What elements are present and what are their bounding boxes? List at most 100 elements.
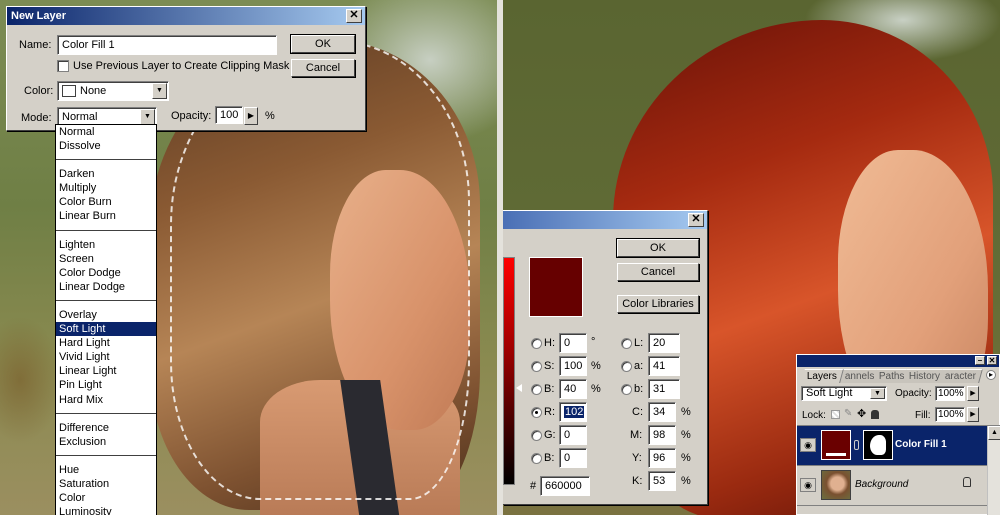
a-channel-input[interactable]: 41 [648,356,680,376]
panel-tabs: Layers annels Paths History aracter ▸ [797,367,999,383]
minimize-icon[interactable]: – [975,356,985,365]
blue-input[interactable]: 0 [559,448,587,468]
close-icon[interactable]: ✕ [688,213,704,227]
mode-option-luminosity[interactable]: Luminosity [56,505,156,515]
mode-option-darken[interactable]: Darken [56,167,156,181]
mode-option-dissolve[interactable]: Dissolve [56,139,156,153]
opacity-slider-arrow-icon[interactable]: ▶ [244,107,258,125]
fill-thumbnail [821,430,851,460]
saturation-input[interactable]: 100 [559,356,587,376]
layers-panel-titlebar[interactable]: – ✕ [797,355,999,367]
chevron-down-icon[interactable]: ▼ [152,83,167,99]
brightness-input[interactable]: 40 [559,379,587,399]
lock-all-icon[interactable] [871,410,879,419]
opacity-arrow-icon[interactable]: ▶ [967,386,979,401]
cancel-button[interactable]: Cancel [617,263,699,281]
yellow-unit: % [681,452,691,464]
mode-option-multiply[interactable]: Multiply [56,181,156,195]
b-channel-input[interactable]: 31 [648,379,680,399]
hue-input[interactable]: 0 [559,333,587,353]
layer-row-background[interactable]: ◉ Background [797,466,987,506]
mode-option-linear-burn[interactable]: Linear Burn [56,209,156,223]
mode-option-vivid-light[interactable]: Vivid Light [56,350,156,364]
mode-option-exclusion[interactable]: Exclusion [56,435,156,449]
mode-option-hard-light[interactable]: Hard Light [56,336,156,350]
close-icon[interactable]: ✕ [987,356,997,365]
layer-opacity-label: Opacity: [895,388,932,399]
magenta-input[interactable]: 98 [648,425,676,445]
opacity-value: 100 [220,109,239,121]
name-input[interactable]: Color Fill 1 [57,35,277,55]
blue-label: B: [544,452,555,464]
clipping-mask-label: Use Previous Layer to Create Clipping Ma… [73,60,290,72]
mode-option-color[interactable]: Color [56,491,156,505]
green-radio[interactable] [531,430,542,441]
fill-arrow-icon[interactable]: ▶ [967,407,979,422]
chevron-down-icon[interactable]: ▼ [140,109,155,125]
visibility-eye-icon[interactable]: ◉ [800,438,816,452]
color-value: None [80,85,107,97]
lock-image-icon[interactable]: ✎ [844,408,852,419]
color-picker-titlebar[interactable]: ✕ [503,211,707,229]
close-icon[interactable]: ✕ [346,9,362,23]
mode-option-hue[interactable]: Hue [56,463,156,477]
link-icon[interactable] [854,440,859,450]
slider-handle-icon[interactable] [516,384,522,392]
fill-input[interactable]: 100% [935,407,965,422]
hex-input[interactable]: 660000 [540,476,590,496]
lock-transparency-icon[interactable] [831,410,840,419]
scroll-up-icon[interactable]: ▲ [988,426,1000,440]
yellow-input[interactable]: 96 [648,448,676,468]
b-channel-radio[interactable] [621,384,632,395]
blue-radio[interactable] [531,453,542,464]
blend-mode-select[interactable]: Soft Light ▼ [801,386,887,401]
mode-option-normal[interactable]: Normal [56,125,156,139]
chevron-down-icon[interactable]: ▼ [870,388,885,399]
mode-option-color-burn[interactable]: Color Burn [56,195,156,209]
mode-option-linear-light[interactable]: Linear Light [56,364,156,378]
mode-option-hard-mix[interactable]: Hard Mix [56,393,156,407]
layer-opacity-input[interactable]: 100% [935,386,965,401]
mode-option-linear-dodge[interactable]: Linear Dodge [56,280,156,294]
dialog-titlebar[interactable]: New Layer ✕ [7,7,365,25]
hue-radio[interactable] [531,338,542,349]
cancel-button[interactable]: Cancel [291,59,355,77]
green-input[interactable]: 0 [559,425,587,445]
panel-menu-icon[interactable]: ▸ [986,370,996,380]
lightness-radio[interactable] [621,338,632,349]
mode-option-saturation[interactable]: Saturation [56,477,156,491]
color-libraries-button[interactable]: Color Libraries [617,295,699,313]
ok-button[interactable]: OK [616,238,700,258]
color-slider[interactable] [503,257,515,485]
tab-layers[interactable]: Layers [801,369,844,383]
cyan-unit: % [681,406,691,418]
color-select[interactable]: None ▼ [57,81,169,101]
mode-option-soft-light[interactable]: Soft Light [56,322,156,337]
lightness-input[interactable]: 20 [648,333,680,353]
mode-option-difference[interactable]: Difference [56,421,156,435]
visibility-eye-icon[interactable]: ◉ [800,478,816,492]
mode-option-lighten[interactable]: Lighten [56,238,156,252]
mode-option-pin-light[interactable]: Pin Light [56,378,156,392]
saturation-radio[interactable] [531,361,542,372]
black-input[interactable]: 53 [648,471,676,491]
clipping-mask-checkbox[interactable] [57,60,69,72]
mode-option-overlay[interactable]: Overlay [56,308,156,322]
red-input[interactable]: 102 [559,402,587,422]
tab-character[interactable]: aracter [939,369,984,383]
mode-option-screen[interactable]: Screen [56,252,156,266]
layer-row-color-fill[interactable]: ◉ Color Fill 1 [797,426,987,466]
opacity-input[interactable]: 100 ▶ [215,106,258,125]
mode-separator [56,229,156,231]
ok-button[interactable]: OK [290,34,356,54]
lock-position-icon[interactable]: ✥ [857,407,866,420]
cyan-input[interactable]: 34 [648,402,676,422]
red-radio[interactable] [531,407,542,418]
layers-scrollbar[interactable]: ▲ [987,426,1000,515]
a-channel-radio[interactable] [621,361,632,372]
mode-option-color-dodge[interactable]: Color Dodge [56,266,156,280]
brightness-radio[interactable] [531,384,542,395]
mode-separator [56,454,156,456]
lock-label: Lock: [802,410,826,421]
magenta-unit: % [681,429,691,441]
